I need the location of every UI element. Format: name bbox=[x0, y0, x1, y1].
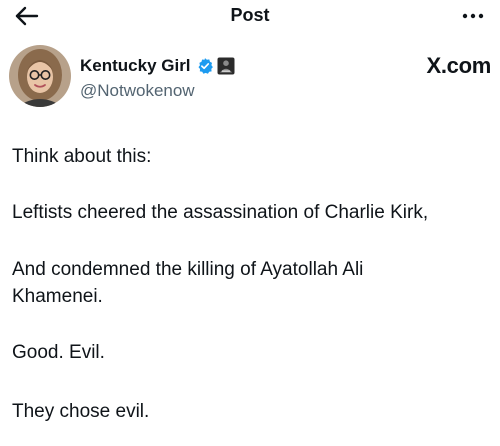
tweet-line: Khamenei. bbox=[12, 286, 103, 307]
author-handle[interactable]: @Notwokenow bbox=[80, 81, 195, 101]
author-name-row[interactable]: Kentucky Girl bbox=[80, 56, 235, 76]
page-title: Post bbox=[230, 5, 270, 25]
back-button[interactable] bbox=[14, 4, 40, 28]
affiliation-badge-icon[interactable] bbox=[217, 57, 235, 75]
more-horizontal-icon bbox=[462, 13, 484, 19]
tweet-line: Think about this: bbox=[12, 146, 152, 167]
source-label: X.com bbox=[426, 53, 491, 78]
author-name[interactable]: Kentucky Girl bbox=[80, 56, 191, 76]
top-bar: Post bbox=[0, 0, 500, 34]
verified-badge-icon bbox=[198, 58, 213, 74]
more-options-button[interactable] bbox=[460, 6, 486, 26]
tweet-line: And condemned the killing of Ayatollah A… bbox=[12, 259, 364, 280]
arrow-left-icon bbox=[15, 6, 39, 26]
tweet-line: Leftists cheered the assassination of Ch… bbox=[12, 202, 429, 223]
tweet-line: They chose evil. bbox=[12, 401, 150, 422]
profile-photo bbox=[9, 45, 71, 107]
tweet-line: Good. Evil. bbox=[12, 342, 105, 363]
avatar[interactable] bbox=[9, 45, 71, 107]
